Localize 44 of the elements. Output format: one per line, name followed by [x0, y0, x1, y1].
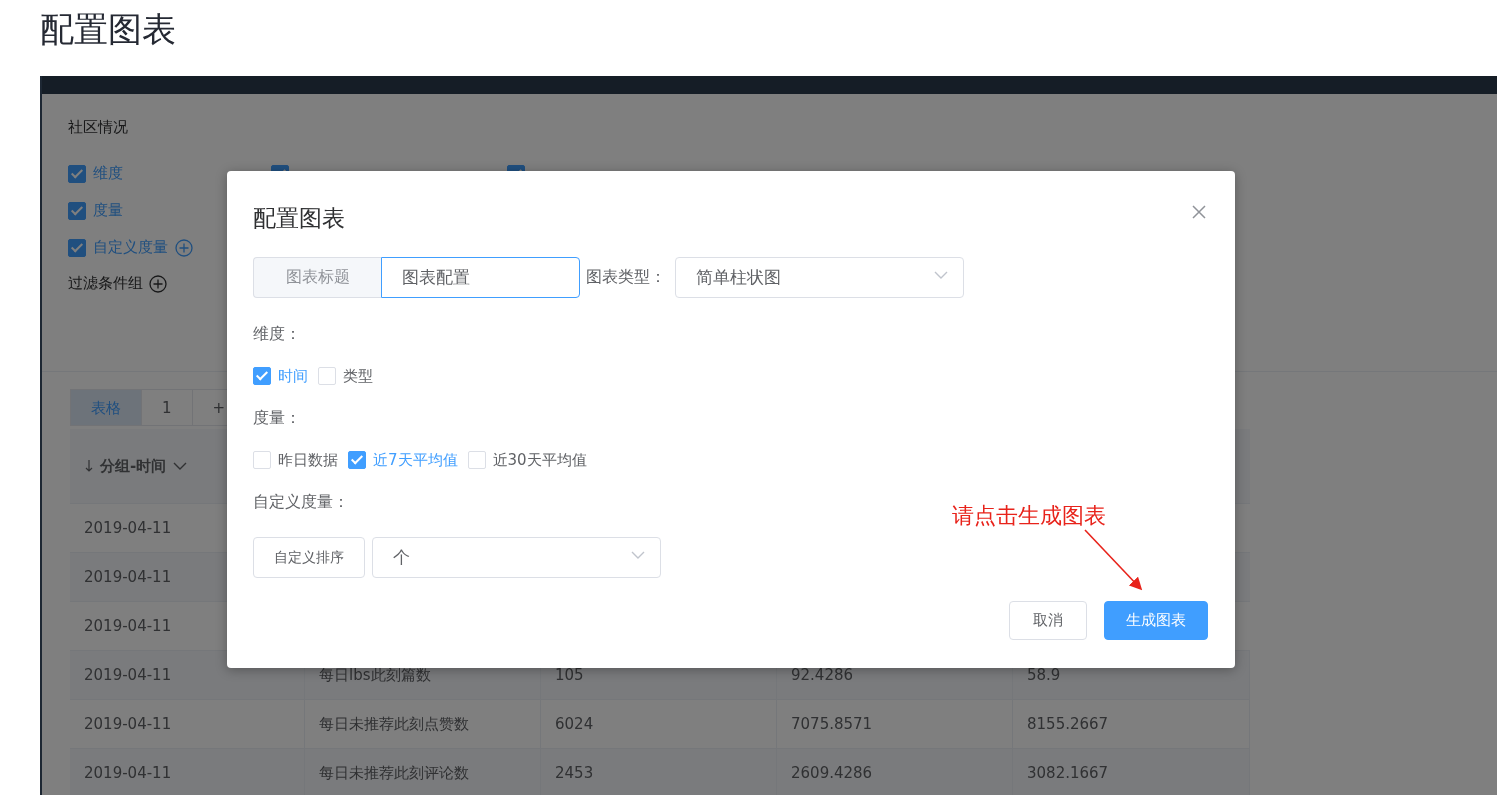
add-circle-icon[interactable] — [175, 238, 193, 257]
dialog-title: 配置图表 — [253, 204, 345, 233]
checkbox[interactable] — [348, 451, 366, 469]
checkbox-label: 度量 — [93, 201, 123, 220]
checkbox-label: 维度 — [93, 164, 123, 183]
table-cell: 2019-04-11 — [70, 700, 305, 748]
chevron-down-icon[interactable] — [172, 460, 189, 472]
table-cell: 2453 — [541, 749, 777, 795]
field-label: 图表类型： — [586, 267, 666, 288]
custom-sort-button[interactable]: 自定义排序 — [253, 537, 365, 578]
checkbox-label: 时间 — [278, 366, 308, 386]
checkbox[interactable] — [68, 164, 86, 183]
page-title: 配置图表 — [40, 9, 176, 49]
checkbox-label: 昨日数据 — [278, 450, 338, 470]
checkbox[interactable] — [68, 201, 86, 220]
table-cell: 每日未推荐此刻点赞数 — [305, 700, 541, 748]
unit-select[interactable]: 个 — [372, 537, 661, 578]
section-label: 度量： — [253, 408, 301, 428]
table-cell: 7075.8571 — [777, 700, 1013, 748]
table-cell: 每日未推荐此刻评论数 — [305, 749, 541, 795]
table-cell: 2609.4286 — [777, 749, 1013, 795]
checkbox-label: 自定义度量 — [93, 238, 168, 257]
close-icon[interactable] — [1191, 204, 1207, 220]
field-label: 图表标题 — [253, 257, 381, 298]
sort-arrow-icon — [84, 459, 94, 473]
checkbox-label: 近7天平均值 — [373, 450, 458, 470]
cancel-button[interactable]: 取消 — [1009, 601, 1087, 640]
table-cell: 8155.2667 — [1013, 700, 1250, 748]
tab[interactable]: 1 — [142, 389, 193, 426]
checkbox-label: 近30天平均值 — [492, 450, 587, 470]
table-cell: 3082.1667 — [1013, 749, 1250, 795]
section-title: 社区情况 — [68, 118, 128, 136]
checkbox[interactable] — [68, 238, 86, 257]
table-cell: 6024 — [541, 700, 777, 748]
chart-type-select[interactable]: 简单柱状图 — [675, 257, 964, 298]
annotation-text: 请点击生成图表 — [952, 502, 1106, 530]
table-cell: 2019-04-11 — [70, 749, 305, 795]
column-header[interactable]: 分组-时间 — [100, 456, 167, 476]
checkbox[interactable] — [253, 367, 271, 385]
chart-title-input[interactable]: 图表配置 — [381, 257, 580, 298]
filter-group-label: 过滤条件组 — [68, 274, 143, 293]
section-label: 维度： — [253, 324, 301, 344]
add-circle-icon[interactable] — [149, 274, 167, 293]
checkbox-label: 类型 — [343, 366, 373, 386]
